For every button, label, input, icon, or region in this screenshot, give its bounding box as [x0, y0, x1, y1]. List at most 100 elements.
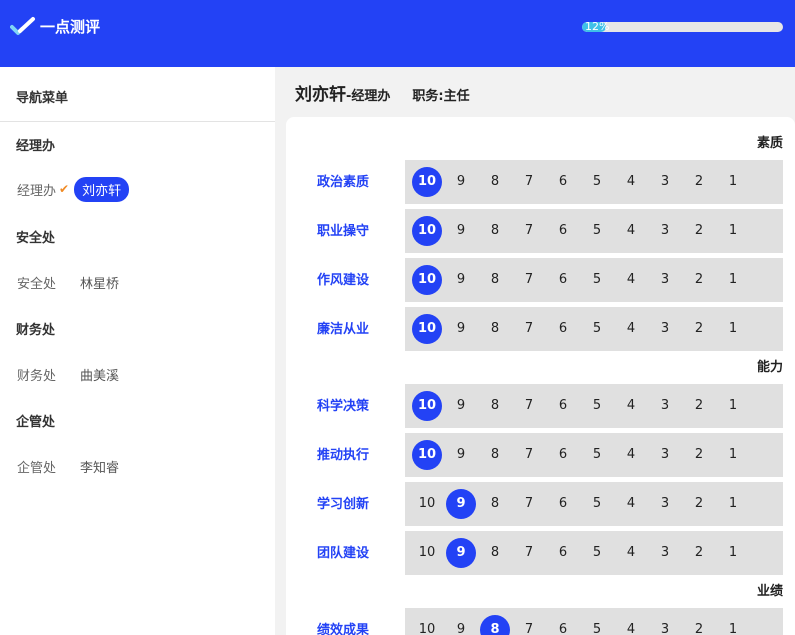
score-option[interactable]: 3 — [650, 391, 680, 421]
score-option[interactable]: 10 — [412, 265, 442, 295]
score-option[interactable]: 9 — [446, 216, 476, 246]
score-option[interactable]: 8 — [480, 216, 510, 246]
score-option[interactable]: 7 — [514, 314, 544, 344]
sidebar-member-row[interactable]: 安全处 林星桥 — [17, 270, 119, 294]
score-option[interactable]: 5 — [582, 489, 612, 519]
score-option[interactable]: 6 — [548, 440, 578, 470]
score-option[interactable]: 1 — [718, 216, 748, 246]
score-option[interactable]: 10 — [412, 391, 442, 421]
score-option[interactable]: 2 — [684, 314, 714, 344]
score-option[interactable]: 10 — [412, 440, 442, 470]
score-option[interactable]: 4 — [616, 440, 646, 470]
score-option[interactable]: 4 — [616, 391, 646, 421]
score-option[interactable]: 5 — [582, 615, 612, 635]
member-name-button[interactable]: 曲美溪 — [80, 365, 119, 384]
score-option[interactable]: 4 — [616, 615, 646, 635]
score-option[interactable]: 8 — [480, 265, 510, 295]
score-option[interactable]: 3 — [650, 265, 680, 295]
score-option[interactable]: 4 — [616, 265, 646, 295]
member-name-button[interactable]: 林星桥 — [80, 273, 119, 292]
score-option[interactable]: 7 — [514, 615, 544, 635]
score-option[interactable]: 5 — [582, 216, 612, 246]
score-option[interactable]: 8 — [480, 391, 510, 421]
score-option[interactable]: 4 — [616, 167, 646, 197]
score-option[interactable]: 4 — [616, 489, 646, 519]
score-option[interactable]: 3 — [650, 538, 680, 568]
score-option[interactable]: 2 — [684, 440, 714, 470]
score-option[interactable]: 4 — [616, 538, 646, 568]
score-option[interactable]: 9 — [446, 538, 476, 568]
score-option[interactable]: 7 — [514, 489, 544, 519]
score-option[interactable]: 7 — [514, 167, 544, 197]
score-option[interactable]: 5 — [582, 440, 612, 470]
score-option[interactable]: 2 — [684, 167, 714, 197]
score-option[interactable]: 2 — [684, 489, 714, 519]
score-option[interactable]: 6 — [548, 314, 578, 344]
score-option[interactable]: 3 — [650, 489, 680, 519]
progress-bar: 12% — [582, 22, 783, 32]
score-option[interactable]: 3 — [650, 615, 680, 635]
score-option[interactable]: 8 — [480, 440, 510, 470]
score-option[interactable]: 3 — [650, 216, 680, 246]
score-option[interactable]: 6 — [548, 216, 578, 246]
score-option[interactable]: 9 — [446, 440, 476, 470]
score-option[interactable]: 6 — [548, 167, 578, 197]
score-option[interactable]: 8 — [480, 489, 510, 519]
score-option[interactable]: 7 — [514, 538, 544, 568]
score-option[interactable]: 10 — [412, 314, 442, 344]
score-option[interactable]: 6 — [548, 489, 578, 519]
member-name-button[interactable]: 刘亦轩 — [74, 176, 130, 202]
app-logo[interactable]: 一点测评 — [10, 14, 100, 38]
score-option[interactable]: 1 — [718, 538, 748, 568]
score-option[interactable]: 2 — [684, 216, 714, 246]
score-option[interactable]: 9 — [446, 615, 476, 635]
score-option[interactable]: 2 — [684, 615, 714, 635]
score-option[interactable]: 2 — [684, 391, 714, 421]
score-option[interactable]: 7 — [514, 216, 544, 246]
score-option[interactable]: 1 — [718, 489, 748, 519]
score-option[interactable]: 2 — [684, 538, 714, 568]
member-name-button[interactable]: 李知睿 — [80, 457, 119, 476]
score-option[interactable]: 9 — [446, 167, 476, 197]
score-option[interactable]: 8 — [480, 314, 510, 344]
score-option[interactable]: 6 — [548, 615, 578, 635]
score-option[interactable]: 8 — [480, 615, 510, 635]
score-option[interactable]: 6 — [548, 391, 578, 421]
score-option[interactable]: 10 — [412, 167, 442, 197]
score-option[interactable]: 3 — [650, 314, 680, 344]
score-option[interactable]: 5 — [582, 391, 612, 421]
score-option[interactable]: 6 — [548, 265, 578, 295]
score-option[interactable]: 10 — [412, 538, 442, 568]
score-option[interactable]: 1 — [718, 440, 748, 470]
score-option[interactable]: 9 — [446, 265, 476, 295]
score-option[interactable]: 8 — [480, 538, 510, 568]
score-option[interactable]: 9 — [446, 489, 476, 519]
score-option[interactable]: 4 — [616, 216, 646, 246]
score-option[interactable]: 1 — [718, 265, 748, 295]
score-option[interactable]: 5 — [582, 265, 612, 295]
score-option[interactable]: 3 — [650, 167, 680, 197]
score-option[interactable]: 5 — [582, 538, 612, 568]
sidebar-member-row[interactable]: 财务处 曲美溪 — [17, 362, 119, 386]
score-option[interactable]: 7 — [514, 440, 544, 470]
sidebar-member-row[interactable]: 企管处 李知睿 — [17, 454, 119, 478]
score-option[interactable]: 2 — [684, 265, 714, 295]
score-option[interactable]: 5 — [582, 314, 612, 344]
score-option[interactable]: 7 — [514, 391, 544, 421]
score-option[interactable]: 10 — [412, 615, 442, 635]
score-option[interactable]: 1 — [718, 167, 748, 197]
score-option[interactable]: 5 — [582, 167, 612, 197]
score-option[interactable]: 7 — [514, 265, 544, 295]
score-option[interactable]: 9 — [446, 314, 476, 344]
score-option[interactable]: 1 — [718, 391, 748, 421]
score-option[interactable]: 1 — [718, 314, 748, 344]
score-option[interactable]: 8 — [480, 167, 510, 197]
score-option[interactable]: 10 — [412, 216, 442, 246]
score-option[interactable]: 6 — [548, 538, 578, 568]
score-option[interactable]: 4 — [616, 314, 646, 344]
sidebar-member-row[interactable]: 经理办 ✔ 刘亦轩 — [17, 176, 130, 202]
score-option[interactable]: 1 — [718, 615, 748, 635]
score-option[interactable]: 9 — [446, 391, 476, 421]
score-option[interactable]: 3 — [650, 440, 680, 470]
score-option[interactable]: 10 — [412, 489, 442, 519]
